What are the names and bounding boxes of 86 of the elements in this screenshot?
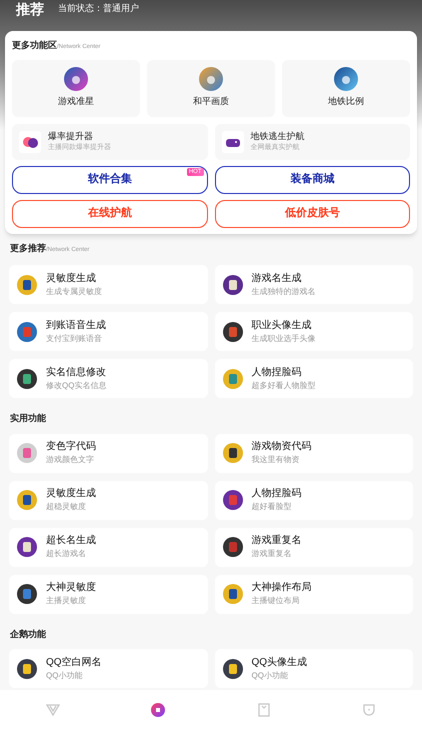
feature-card[interactable]: 人物捏脸码 超多好看人物脸型 (214, 359, 413, 398)
item-subtitle: 游戏颜色文字 (46, 454, 95, 466)
section-title: 实用功能 (10, 412, 46, 425)
feature-card[interactable]: 大神操作布局 主播键位布局 (214, 574, 413, 614)
item-title: QQ空白网名 (46, 656, 102, 668)
item-subtitle: 超多好看人物脸型 (252, 380, 316, 392)
panel-title: 更多功能区 (12, 39, 57, 52)
item-title: 游戏重复名 (252, 534, 302, 547)
tile-title: 爆率提升器 (48, 130, 94, 142)
status-text: 当前状态：普通用户 (58, 2, 139, 16)
item-title: 灵敏度生成 (46, 487, 96, 500)
app-icon (222, 368, 242, 388)
gamepad-icon (222, 130, 244, 152)
item-title: 游戏物资代码 (252, 440, 312, 453)
tab-icon[interactable] (149, 701, 168, 719)
feature-card[interactable]: 职业头像生成 生成职业选手头像 (214, 312, 413, 351)
app-icon (222, 274, 242, 294)
item-subtitle: 支付宝到账语音 (46, 332, 103, 344)
feature-tile[interactable]: 和平画质 (147, 60, 275, 116)
app-icon (222, 490, 242, 510)
feature-card[interactable]: QQ空白网名 QQ小功能 (9, 649, 208, 688)
item-subtitle: QQ小功能 (46, 670, 84, 682)
item-subtitle: 主播键位布局 (252, 595, 300, 607)
item-title: 游戏名生成 (252, 272, 302, 284)
item-subtitle: 生成专属灵敏度 (46, 286, 102, 298)
item-subtitle: 游戏重复名 (252, 548, 292, 560)
feature-tile[interactable]: 地铁比例 (282, 60, 410, 116)
item-subtitle: 超稳灵敏度 (46, 501, 87, 513)
app-icon (17, 322, 37, 342)
tile-title: 地铁逃生护航 (250, 130, 304, 142)
app-icon (17, 274, 37, 294)
item-subtitle: 主播灵敏度 (46, 595, 87, 607)
feature-card[interactable]: 超长名生成 超长游戏名 (9, 528, 208, 566)
page-title: 推荐 (16, 0, 44, 18)
item-title: 大神灵敏度 (46, 581, 96, 594)
feature-card[interactable]: 游戏物资代码 我这里有物资 (214, 434, 413, 472)
app-icon (17, 443, 37, 463)
feature-card[interactable]: 灵敏度生成 超稳灵敏度 (9, 480, 208, 520)
item-subtitle: 修改QQ实名信息 (46, 380, 106, 392)
item-subtitle: QQ小功能 (252, 670, 289, 682)
app-icon (222, 443, 242, 463)
app-icon (17, 368, 37, 388)
section-title: 更多推荐 (10, 242, 46, 254)
app-icon (222, 584, 242, 604)
item-title: 变色字代码 (46, 440, 96, 453)
item-title: 大神操作布局 (252, 581, 312, 594)
app-icon (17, 584, 37, 604)
feature-card[interactable]: QQ头像生成 QQ小功能 (214, 649, 413, 688)
item-title: 实名信息修改 (46, 366, 106, 378)
tile-label: 和平画质 (193, 95, 229, 108)
app-icon (222, 322, 242, 342)
item-title: 灵敏度生成 (46, 272, 97, 284)
feature-card[interactable]: 变色字代码 游戏颜色文字 (9, 434, 208, 472)
item-subtitle: 超好看脸型 (252, 501, 292, 513)
app-icon (17, 658, 37, 678)
game-icon (64, 67, 88, 92)
game-icon (334, 67, 358, 92)
feature-card[interactable]: 实名信息修改 修改QQ实名信息 (9, 359, 208, 398)
item-title: 到账语音生成 (46, 318, 106, 332)
feature-card[interactable]: 大神灵敏度 主播灵敏度 (9, 574, 208, 614)
tile-label: 游戏准星 (58, 95, 94, 108)
game-icon (199, 67, 223, 92)
item-subtitle: 生成独特的游戏名 (252, 286, 316, 298)
feature-card[interactable]: 游戏重复名 游戏重复名 (214, 528, 413, 566)
item-subtitle: 我这里有物资 (252, 454, 300, 466)
action-button[interactable]: 低价皮肤号 (214, 200, 410, 228)
action-button[interactable]: 在线护航 (12, 200, 208, 228)
feature-card[interactable]: 人物捏脸码 超好看脸型 (214, 480, 413, 520)
action-button[interactable]: 装备商城 (214, 166, 410, 194)
item-title: 人物捏脸码 (252, 366, 302, 378)
item-title: QQ头像生成 (252, 656, 308, 668)
item-subtitle: 生成职业选手头像 (252, 332, 316, 344)
tile-label: 地铁比例 (328, 95, 364, 108)
item-title: 职业头像生成 (252, 318, 312, 332)
app-icon (17, 537, 37, 557)
item-title: 人物捏脸码 (252, 487, 302, 500)
feature-card[interactable]: 到账语音生成 支付宝到账语音 (9, 312, 208, 351)
feature-tile[interactable]: 游戏准星 (12, 60, 140, 116)
item-subtitle: 超长游戏名 (46, 548, 87, 560)
app-icon (17, 490, 37, 510)
item-title: 超长名生成 (46, 534, 96, 547)
feature-card[interactable]: 游戏名生成 生成独特的游戏名 (214, 265, 413, 304)
section-title: 企鹅功能 (10, 628, 46, 640)
app-icon (222, 658, 242, 678)
app-icon (222, 537, 242, 557)
feature-card[interactable]: 灵敏度生成 生成专属灵敏度 (9, 265, 208, 304)
